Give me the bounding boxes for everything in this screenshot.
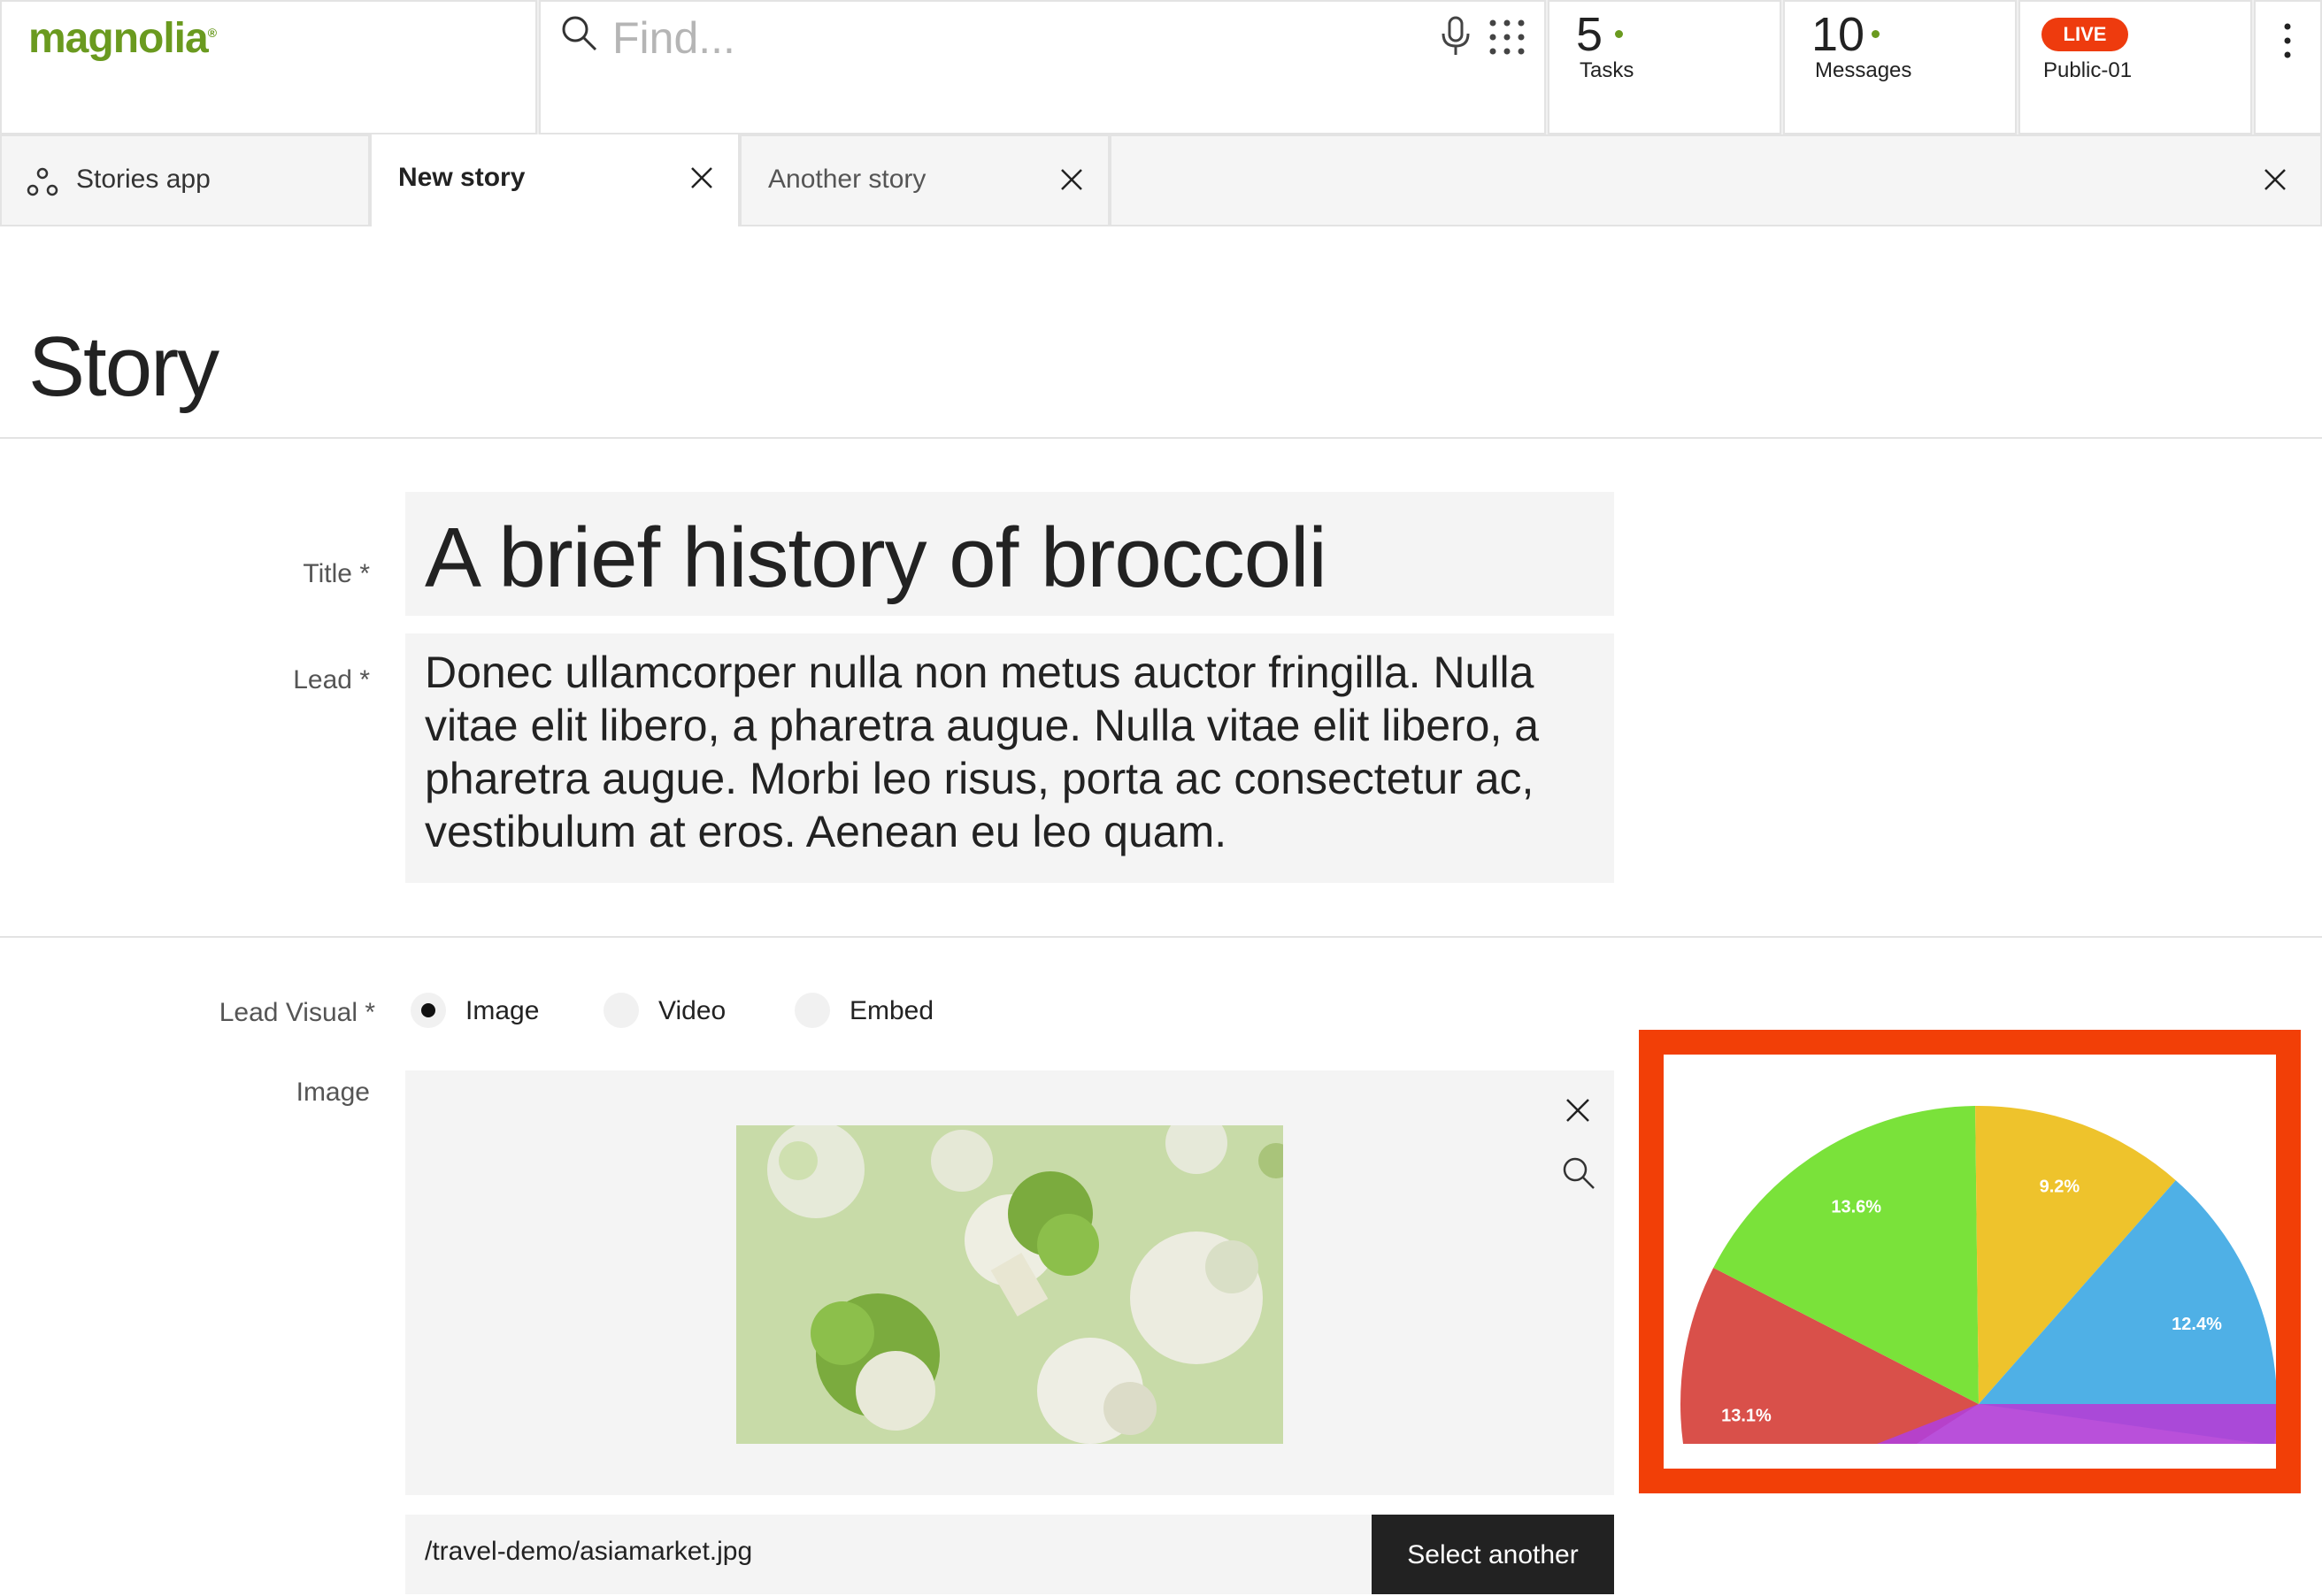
chart-card: 13.1% 13.6% 9.2% 12.4% <box>1664 1055 2276 1469</box>
radio-button-selected[interactable] <box>411 993 446 1028</box>
radio-label: Embed <box>850 996 934 1025</box>
environment-name: Public-01 <box>2043 58 2133 82</box>
slice-label: 9.2% <box>2040 1178 2080 1197</box>
tasks-counter[interactable]: 5 Tasks <box>1548 0 1781 134</box>
tab-label: Another story <box>768 165 926 194</box>
magnolia-logo[interactable]: magnolia® <box>28 14 217 63</box>
zoom-icon[interactable] <box>1561 1155 1596 1191</box>
messages-counter[interactable]: 10 Messages <box>1783 0 2017 134</box>
tasks-indicator-dot <box>1615 30 1623 38</box>
search-input[interactable] <box>611 7 1407 69</box>
close-all-icon[interactable] <box>2262 166 2288 193</box>
slice-label: 12.4% <box>2172 1315 2222 1334</box>
tab-bar-empty <box>1110 134 2322 226</box>
image-preview <box>736 1125 1283 1444</box>
registered-mark: ® <box>207 26 217 40</box>
logo-text: magnolia <box>28 15 209 62</box>
radio-button[interactable] <box>604 993 639 1028</box>
image-path-input[interactable] <box>423 1536 1347 1568</box>
close-icon[interactable] <box>688 165 715 191</box>
lead-label: Lead * <box>293 665 370 694</box>
radio-label: Video <box>658 996 727 1025</box>
select-another-button[interactable]: Select another <box>1372 1515 1614 1594</box>
tasks-count: 5 <box>1576 8 1603 61</box>
tab-label: New story <box>398 163 526 192</box>
clear-icon[interactable] <box>1565 1097 1591 1124</box>
page-title: Story <box>28 319 219 414</box>
story-header <box>0 226 2322 439</box>
image-label: Image <box>296 1078 370 1107</box>
tab-stories-app[interactable]: Stories app <box>0 134 370 226</box>
app-launcher-icon[interactable] <box>1488 18 1526 57</box>
lead-visual-label: Lead Visual * <box>219 998 375 1027</box>
environment-indicator[interactable]: LIVE Public-01 <box>2018 0 2252 134</box>
messages-indicator-dot <box>1872 30 1880 38</box>
lead-value: Donec ullamcorper nulla non metus auctor… <box>425 648 1540 856</box>
tab-new-story[interactable]: New story <box>370 134 740 226</box>
title-field[interactable]: A brief history of broccoli <box>405 492 1614 616</box>
title-label: Title * <box>303 559 370 588</box>
radio-button[interactable] <box>795 993 830 1028</box>
more-menu[interactable] <box>2254 0 2322 134</box>
slice-label: 13.6% <box>1831 1197 1881 1216</box>
more-vertical-icon[interactable] <box>2278 21 2297 60</box>
pie-chart: 13.1% 13.6% 9.2% 12.4% <box>1680 1106 2276 1444</box>
image-path-field[interactable] <box>405 1515 1372 1594</box>
radio-label: Image <box>465 996 540 1025</box>
close-icon[interactable] <box>1058 166 1085 193</box>
slice-label: 13.1% <box>1721 1407 1772 1426</box>
broccoli-floret <box>767 1125 865 1218</box>
messages-label: Messages <box>1815 58 1912 82</box>
tab-label: Stories app <box>76 165 211 194</box>
logo-panel: magnolia® <box>0 0 537 134</box>
messages-count: 10 <box>1811 8 1865 61</box>
lead-field[interactable]: Donec ullamcorper nulla non metus auctor… <box>405 633 1614 883</box>
live-badge: LIVE <box>2041 18 2128 51</box>
tasks-label: Tasks <box>1580 58 1634 82</box>
tab-another-story[interactable]: Another story <box>740 134 1110 226</box>
microphone-icon[interactable] <box>1438 16 1473 57</box>
title-value: A brief history of broccoli <box>425 510 1327 605</box>
search-icon[interactable] <box>560 14 599 53</box>
stories-app-icon <box>27 167 58 196</box>
